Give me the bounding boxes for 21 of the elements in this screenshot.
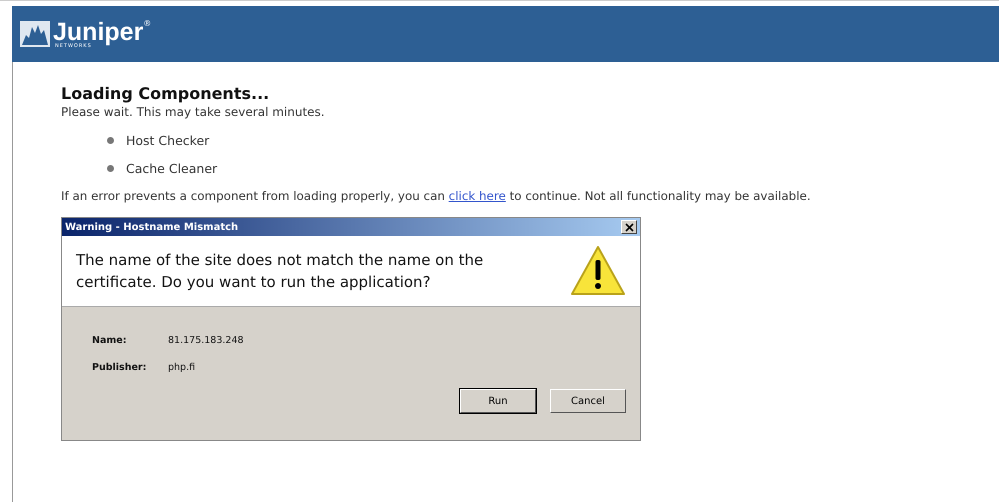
error-note: If an error prevents a component from loading properly, you can click here to continue. Not all functionality may be available. — [61, 189, 812, 203]
field-label: Name: — [92, 335, 128, 346]
registered-mark: ® — [143, 20, 152, 28]
wait-message: Please wait. This may take several minutes. — [61, 105, 326, 119]
logo-wordmark: Juniper — [53, 20, 144, 44]
field-label: Publisher: — [92, 362, 148, 373]
close-icon — [624, 222, 634, 232]
bullet-icon — [107, 164, 114, 172]
component-name: Cache Cleaner — [126, 160, 218, 176]
cancel-button[interactable]: Cancel — [550, 389, 626, 413]
warning-icon — [570, 245, 626, 297]
click-here-link[interactable]: click here — [448, 189, 506, 203]
bullet-icon — [107, 136, 114, 144]
dialog-title: Warning - Hostname Mismatch — [65, 222, 238, 232]
page-heading: Loading Components... — [61, 84, 270, 103]
field-value: 81.175.183.248 — [168, 335, 244, 346]
field-value: php.fi — [168, 362, 196, 373]
run-button[interactable]: Run — [460, 389, 536, 413]
close-button[interactable] — [621, 220, 637, 234]
component-name: Host Checker — [126, 132, 210, 148]
warning-message: The name of the site does not match the name on the certificate. Do you want to run the application? — [76, 250, 484, 293]
